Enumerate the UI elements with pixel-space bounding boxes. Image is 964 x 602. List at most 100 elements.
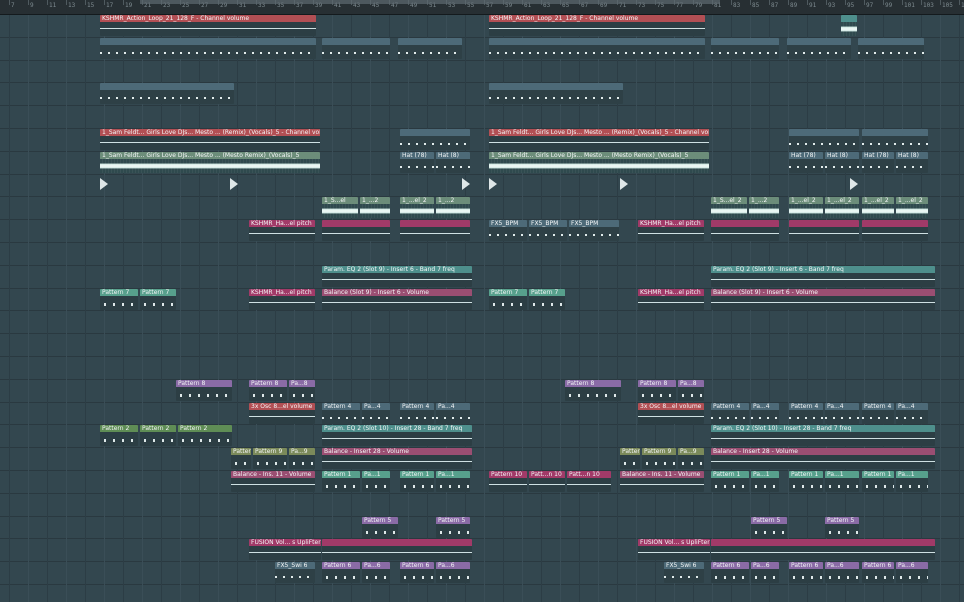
playlist-clip[interactable]: Pa...4 bbox=[896, 403, 928, 424]
playlist-clip[interactable]: 1_...el_2 bbox=[896, 197, 928, 218]
playlist-clip[interactable]: 1_...2 bbox=[360, 197, 390, 218]
horizontal-scrollbar[interactable] bbox=[140, 0, 720, 4]
playlist-clip[interactable]: Pattern 4 bbox=[711, 403, 749, 424]
playlist-clip[interactable]: Pattern 5 bbox=[825, 517, 859, 538]
playlist-clip[interactable]: Hat (78) bbox=[862, 152, 894, 173]
playlist-clip[interactable] bbox=[787, 38, 851, 59]
playlist-clip[interactable]: Pa...4 bbox=[751, 403, 779, 424]
playlist-clip[interactable]: Hat (8) bbox=[436, 152, 470, 173]
playlist-clip[interactable]: Pa...4 bbox=[362, 403, 390, 424]
playlist-clip[interactable]: Hat (8) bbox=[825, 152, 859, 173]
playlist-clip[interactable]: FX5_Swi 6 bbox=[664, 562, 704, 583]
playlist-clip[interactable] bbox=[489, 83, 623, 104]
playlist-clip[interactable]: Pa...4 bbox=[825, 403, 859, 424]
playlist-clip[interactable] bbox=[322, 38, 390, 59]
playlist-clip[interactable]: 1_Sam Feldt... Girls Love DJs... Mesto .… bbox=[489, 152, 709, 173]
playlist-clip[interactable]: Pattern 9 bbox=[231, 448, 251, 469]
playlist-clip[interactable] bbox=[789, 129, 859, 150]
playlist-clip[interactable]: Pa...8 bbox=[289, 380, 315, 401]
playlist-clip[interactable]: Pattern 5 bbox=[362, 517, 398, 538]
playlist-clip[interactable]: Pa...8 bbox=[678, 380, 704, 401]
playlist-clip[interactable]: Pa...1 bbox=[751, 471, 779, 492]
playlist-clip[interactable]: FX5_BPM bbox=[569, 220, 619, 241]
playlist-clip[interactable]: Pa...1 bbox=[436, 471, 470, 492]
playlist-clip[interactable]: Balance - Ins. 11 - Volume bbox=[231, 471, 315, 492]
playlist-clip[interactable]: Pattern 1 bbox=[322, 471, 360, 492]
playlist-clip[interactable]: KSHMR_Ha...el pitch bbox=[638, 220, 704, 241]
playlist-clip[interactable]: Balance - Ins. 11 - Volume bbox=[620, 471, 704, 492]
playlist-clip[interactable]: Pattern 7 bbox=[100, 289, 138, 310]
playlist-clip[interactable]: Hat (8) bbox=[896, 152, 928, 173]
playlist-clip[interactable]: Pattern 7 bbox=[489, 289, 527, 310]
playlist-clip[interactable]: KSHMR_Action_Loop_21_128_F - Channel vol… bbox=[100, 15, 316, 36]
playlist-clip[interactable]: 1_...2 bbox=[749, 197, 779, 218]
playlist-clip[interactable]: FX5_BPM bbox=[489, 220, 527, 241]
playlist-clip[interactable] bbox=[789, 220, 859, 241]
playlist-clip[interactable]: 1_...el_2 bbox=[789, 197, 823, 218]
playlist-arrangement[interactable]: KSHMR_Action_Loop_21_128_F - Channel vol… bbox=[0, 14, 964, 602]
playlist-clip[interactable]: Pattern 10 bbox=[489, 471, 527, 492]
playlist-clip[interactable] bbox=[322, 539, 472, 560]
playlist-clip[interactable]: Pa...9 bbox=[289, 448, 315, 469]
playlist-clip[interactable]: 1_Sam Feldt... Girls Love DJs... Mesto .… bbox=[489, 129, 709, 150]
playlist-clip[interactable]: Patt...n 10 bbox=[567, 471, 611, 492]
playlist-clip[interactable]: Pattern 6 bbox=[789, 562, 823, 583]
playlist-clip[interactable] bbox=[100, 38, 316, 59]
playlist-clip[interactable]: Pattern 8 bbox=[176, 380, 232, 401]
playlist-clip[interactable]: KSHMR_Ha...el pitch bbox=[249, 289, 315, 310]
playlist-clip[interactable]: Pattern 1 bbox=[862, 471, 894, 492]
playlist-clip[interactable] bbox=[858, 38, 924, 59]
playlist-clip[interactable]: Pattern 9 bbox=[253, 448, 287, 469]
playlist-clip[interactable] bbox=[711, 38, 779, 59]
playlist-clip[interactable]: Pa...6 bbox=[825, 562, 859, 583]
playlist-clip[interactable]: Pattern 6 bbox=[322, 562, 360, 583]
playlist-clip[interactable]: Pattern 1 bbox=[711, 471, 749, 492]
playlist-clip[interactable]: Pattern 9 bbox=[642, 448, 676, 469]
playlist-clip[interactable]: KSHMR_Ha...el pitch bbox=[638, 289, 704, 310]
playlist-clip[interactable]: 1_...el_2 bbox=[862, 197, 894, 218]
playlist-clip[interactable]: Pattern 4 bbox=[789, 403, 823, 424]
playlist-clip[interactable]: Balance - Insert 28 - Volume bbox=[322, 448, 472, 469]
playlist-clip[interactable] bbox=[398, 38, 462, 59]
playlist-clip[interactable]: Pa...6 bbox=[436, 562, 470, 583]
playlist-clip[interactable] bbox=[711, 539, 935, 560]
playlist-clip[interactable]: 1_...el_2 bbox=[400, 197, 434, 218]
playlist-clip[interactable]: Pa...9 bbox=[678, 448, 704, 469]
playlist-clip[interactable]: 3x Osc 8...el volume bbox=[249, 403, 315, 424]
playlist-clip[interactable]: Pattern 7 bbox=[529, 289, 565, 310]
playlist-clip[interactable]: Pattern 2 bbox=[100, 425, 138, 446]
playlist-clip[interactable]: Param. EQ 2 (Slot 9) - Insert 6 - Band 7… bbox=[322, 266, 472, 287]
playlist-clip[interactable]: Pattern 8 bbox=[565, 380, 621, 401]
playlist-clip[interactable]: Pattern 5 bbox=[436, 517, 470, 538]
playlist-clip[interactable]: Hat (78) bbox=[400, 152, 434, 173]
playlist-clip[interactable]: Pattern 4 bbox=[322, 403, 360, 424]
playlist-clip[interactable]: Pa...6 bbox=[896, 562, 928, 583]
playlist-clip[interactable] bbox=[489, 38, 705, 59]
playlist-clip[interactable]: KSHMR_Action_Loop_21_128_F - Channel vol… bbox=[489, 15, 705, 36]
playlist-clip[interactable]: FX5_Swi 6 bbox=[275, 562, 315, 583]
playlist-clip[interactable] bbox=[400, 129, 470, 150]
playlist-clip[interactable]: Pa...1 bbox=[896, 471, 928, 492]
playlist-clip[interactable]: Pattern 1 bbox=[400, 471, 434, 492]
playlist-clip[interactable]: 1_...el_2 bbox=[825, 197, 859, 218]
playlist-clip[interactable]: Param. EQ 2 (Slot 10) - Insert 28 - Band… bbox=[322, 425, 472, 446]
playlist-clip[interactable]: 1_Sam Feldt... Girls Love DJs... Mesto .… bbox=[100, 152, 320, 173]
playlist-clip[interactable]: Pa...6 bbox=[362, 562, 390, 583]
playlist-clip[interactable]: Pattern 1 bbox=[789, 471, 823, 492]
playlist-clip[interactable] bbox=[400, 220, 470, 241]
playlist-clip[interactable]: Pattern 8 bbox=[249, 380, 287, 401]
playlist-clip[interactable]: Pattern 2 bbox=[140, 425, 176, 446]
playlist-clip[interactable]: FUSION Vol... s UpliFter 2 bbox=[638, 539, 710, 560]
playlist-clip[interactable]: Pa...4 bbox=[436, 403, 470, 424]
playlist-clip[interactable]: Pattern 2 bbox=[178, 425, 232, 446]
playlist-clip[interactable]: Param. EQ 2 (Slot 9) - Insert 6 - Band 7… bbox=[711, 266, 935, 287]
playlist-clip[interactable]: 1_S...el_2 bbox=[711, 197, 747, 218]
playlist-clip[interactable]: 1_S...el bbox=[322, 197, 358, 218]
playlist-clip[interactable]: Patt...n 10 bbox=[529, 471, 565, 492]
playlist-clip[interactable]: Param. EQ 2 (Slot 10) - Insert 28 - Band… bbox=[711, 425, 935, 446]
playlist-clip[interactable]: FUSION Vol... s UpliFter 2 bbox=[249, 539, 321, 560]
playlist-clip[interactable]: Pattern 7 bbox=[140, 289, 176, 310]
playlist-clip[interactable]: Pa...6 bbox=[751, 562, 779, 583]
playlist-clip[interactable]: Pattern 8 bbox=[638, 380, 676, 401]
playlist-clip[interactable] bbox=[322, 220, 390, 241]
